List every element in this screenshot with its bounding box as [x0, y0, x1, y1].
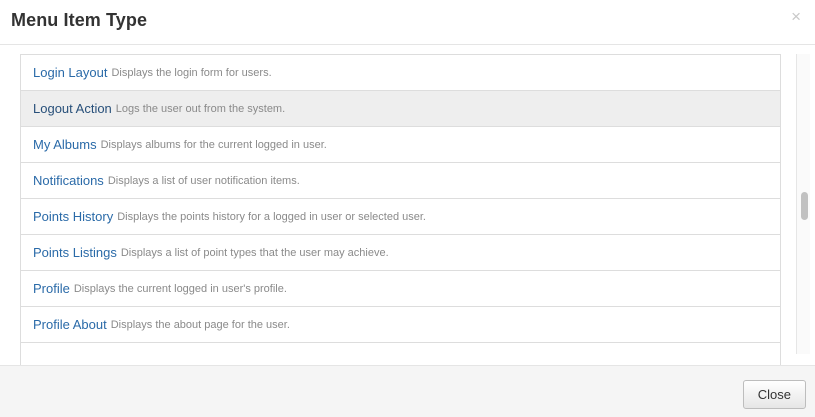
- modal-title: Menu Item Type: [11, 10, 148, 30]
- close-button[interactable]: Close: [742, 380, 806, 409]
- item-description: Displays a list of point types that the …: [120, 246, 389, 259]
- modal-footer: Close: [0, 365, 815, 417]
- modal-header: Menu Item Type ×: [0, 0, 815, 45]
- item-description: Displays a list of user notification ite…: [107, 174, 300, 187]
- close-icon[interactable]: ×: [791, 7, 801, 27]
- item-title-link[interactable]: Profile About: [33, 317, 107, 332]
- item-title-link[interactable]: Points History: [33, 209, 113, 224]
- list-item[interactable]: Login Layout Displays the login form for …: [21, 54, 780, 90]
- item-title-link[interactable]: Points Listings: [33, 245, 117, 260]
- item-title-link[interactable]: Profile: [33, 281, 70, 296]
- list-item[interactable]: Notifications Displays a list of user not…: [21, 162, 780, 198]
- list-item[interactable]: My Albums Displays albums for the current…: [21, 126, 780, 162]
- scrollbar[interactable]: [796, 54, 810, 354]
- item-title-link[interactable]: Notifications: [33, 173, 104, 188]
- item-title-link[interactable]: My Albums: [33, 137, 97, 152]
- item-description: Logs the user out from the system.: [115, 102, 286, 115]
- item-description: Displays albums for the current logged i…: [100, 138, 327, 151]
- list-item[interactable]: Profile Displays the current logged in us…: [21, 270, 780, 306]
- list-item[interactable]: [21, 342, 780, 365]
- item-description: Displays the about page for the user.: [110, 318, 290, 331]
- scrollbar-thumb[interactable]: [801, 192, 808, 220]
- list-item[interactable]: Logout Action Logs the user out from the …: [21, 90, 780, 126]
- item-title-link[interactable]: Login Layout: [33, 65, 107, 80]
- list-item[interactable]: Points History Displays the points histor…: [21, 198, 780, 234]
- item-description: Displays the current logged in user's pr…: [73, 282, 287, 295]
- modal-body[interactable]: Login Layout Displays the login form for …: [0, 45, 815, 365]
- list-item[interactable]: Points Listings Displays a list of point …: [21, 234, 780, 270]
- item-title-link[interactable]: Logout Action: [33, 101, 112, 116]
- menu-item-type-modal: Menu Item Type × Login Layout Displays th…: [0, 0, 815, 417]
- item-description: Displays the points history for a logged…: [117, 210, 426, 223]
- list-item[interactable]: Profile About Displays the about page for…: [21, 306, 780, 342]
- menu-item-type-list: Login Layout Displays the login form for …: [20, 54, 781, 365]
- item-description: Displays the login form for users.: [111, 66, 272, 79]
